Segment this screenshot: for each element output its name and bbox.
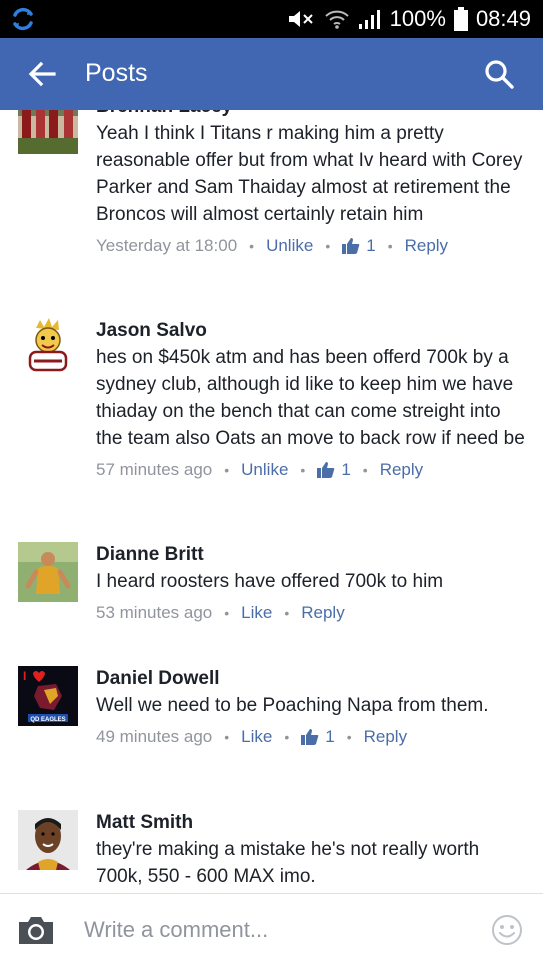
sync-icon [13, 7, 33, 31]
comment-input[interactable] [84, 914, 464, 946]
separator: • [346, 729, 352, 745]
like-count-value: 1 [325, 727, 335, 746]
comment-composer [0, 893, 543, 966]
reply-button[interactable]: Reply [405, 234, 448, 258]
comment-text: Yeah I think I Titans r making him a pre… [96, 123, 523, 225]
like-count-value: 1 [366, 236, 376, 255]
separator: • [387, 238, 393, 254]
emoji-icon[interactable] [491, 914, 523, 946]
comment-text: I heard roosters have offered 700k to hi… [96, 571, 444, 592]
avatar[interactable]: I QD EAGLES [18, 666, 78, 726]
like-count[interactable]: 1 [342, 234, 376, 258]
separator: • [224, 729, 230, 745]
reply-button[interactable]: Reply [364, 725, 407, 749]
back-arrow-icon[interactable] [26, 58, 58, 90]
commenter-name[interactable]: Matt Smith [96, 810, 526, 836]
separator: • [224, 462, 230, 478]
like-count[interactable]: 1 [301, 725, 335, 749]
thumbs-up-icon [301, 729, 319, 745]
separator: • [224, 605, 230, 621]
timestamp: 57 minutes ago [96, 460, 213, 479]
comment-feed[interactable]: Brennan Lacey Yeah I think I Titans r ma… [0, 110, 543, 893]
commenter-name[interactable]: Brennan Lacey [96, 110, 526, 120]
like-button[interactable]: Like [241, 725, 272, 749]
commenter-name[interactable]: Dianne Britt [96, 542, 526, 568]
thumbs-up-icon [317, 462, 335, 478]
avatar[interactable] [18, 318, 78, 378]
avatar[interactable] [18, 810, 78, 870]
timestamp: 53 minutes ago [96, 603, 213, 622]
battery-icon [453, 7, 468, 31]
avatar[interactable] [18, 110, 78, 154]
separator: • [325, 238, 331, 254]
like-count[interactable]: 1 [317, 458, 351, 482]
like-button[interactable]: Like [241, 601, 272, 625]
commenter-name[interactable]: Daniel Dowell [96, 666, 526, 692]
battery-percent: 100% [389, 6, 446, 31]
clock: 08:49 [475, 6, 531, 31]
like-count-value: 1 [341, 460, 351, 479]
avatar-banner-text: QD EAGLES [30, 717, 65, 723]
avatar[interactable] [18, 542, 78, 602]
comment-meta: 53 minutes ago • Like • Reply [96, 601, 526, 625]
avatar-heart-prefix: I [23, 669, 26, 683]
thumbs-up-icon [342, 238, 360, 254]
reply-button[interactable]: Reply [380, 458, 423, 482]
separator: • [284, 605, 290, 621]
comment-text: Well we need to be Poaching Napa from th… [96, 695, 489, 716]
timestamp: Yesterday at 18:00 [96, 236, 238, 255]
status-bar: 100% 08:49 [0, 0, 543, 38]
wifi-icon [324, 10, 349, 29]
unlike-button[interactable]: Unlike [266, 234, 313, 258]
comment-meta: 49 minutes ago • Like • 1 • Reply [96, 725, 526, 749]
comment-text: they're making a mistake he's not really… [96, 839, 480, 887]
comment-text: hes on $450k atm and has been offerd 700… [96, 347, 525, 449]
page-title: Posts [85, 59, 148, 87]
reply-button[interactable]: Reply [301, 601, 344, 625]
comment-meta: 57 minutes ago • Unlike • 1 • Reply [96, 458, 526, 482]
timestamp: 49 minutes ago [96, 727, 213, 746]
separator: • [362, 462, 368, 478]
mute-icon [288, 11, 313, 27]
search-icon[interactable] [483, 58, 515, 90]
comment-meta: Yesterday at 18:00 • Unlike • 1 • Reply [96, 234, 526, 258]
unlike-button[interactable]: Unlike [241, 458, 288, 482]
app-bar: Posts [0, 38, 543, 110]
separator: • [300, 462, 306, 478]
commenter-name[interactable]: Jason Salvo [96, 318, 526, 344]
separator: • [249, 238, 255, 254]
camera-icon[interactable] [17, 914, 55, 946]
signal-icon [358, 10, 380, 29]
separator: • [284, 729, 290, 745]
